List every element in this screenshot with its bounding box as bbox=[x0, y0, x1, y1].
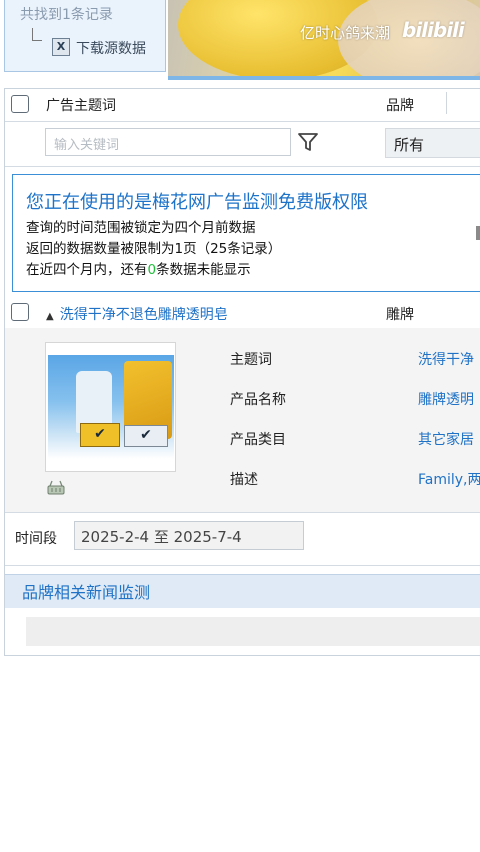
notice-prefix: 在近四个月内，还有 bbox=[26, 262, 148, 278]
news-content-placeholder bbox=[26, 617, 480, 646]
scroll-indicator bbox=[476, 226, 480, 240]
product-image[interactable]: ✔ ✔ bbox=[45, 342, 176, 472]
result-title[interactable]: 洗得干净不退色雕牌透明皂 bbox=[60, 307, 228, 323]
notice-title: 您正在使用的是梅花网广告监测免费版权限 bbox=[26, 192, 368, 213]
image-check-box-yellow: ✔ bbox=[80, 423, 120, 447]
image-check-box-white: ✔ bbox=[124, 425, 168, 447]
result-title-link[interactable]: ▲ 洗得干净不退色雕牌透明皂 bbox=[46, 304, 228, 324]
field-value-product-name[interactable]: 雕牌透明 bbox=[418, 389, 474, 409]
field-label-keyword: 主题词 bbox=[230, 352, 272, 368]
collapse-triangle-icon[interactable]: ▲ bbox=[46, 311, 54, 322]
result-count-text: 共找到1条记录 bbox=[20, 7, 113, 23]
notice-line-time-range: 查询的时间范围被锁定为四个月前数据 bbox=[26, 220, 256, 236]
select-all-checkbox[interactable] bbox=[11, 95, 29, 113]
field-label-description: 描述 bbox=[230, 472, 258, 488]
basket-icon[interactable] bbox=[47, 480, 65, 496]
notice-line-hidden-count: 在近四个月内，还有0条数据未能显示 bbox=[26, 258, 251, 278]
brand-filter-select[interactable]: 所有 bbox=[385, 128, 480, 158]
column-divider bbox=[446, 92, 447, 114]
video-watermark: 亿时心鸽来潮 bbox=[300, 24, 391, 42]
result-checkbox[interactable] bbox=[11, 303, 29, 321]
notice-suffix: 条数据未能显示 bbox=[156, 262, 251, 278]
filter-icon[interactable] bbox=[297, 131, 319, 153]
keyword-search-input[interactable]: 输入关键词 bbox=[45, 128, 291, 156]
field-label-product-name: 产品名称 bbox=[230, 392, 286, 408]
field-value-category[interactable]: 其它家居 bbox=[418, 429, 474, 449]
news-section-title: 品牌相关新闻监测 bbox=[22, 583, 151, 602]
time-range-label: 时间段 bbox=[15, 531, 57, 547]
tree-connector bbox=[32, 28, 42, 41]
field-value-keyword[interactable]: 洗得干净 bbox=[418, 349, 474, 369]
divider bbox=[5, 565, 480, 566]
divider bbox=[5, 512, 480, 513]
divider bbox=[5, 166, 480, 167]
excel-icon[interactable]: X bbox=[52, 38, 70, 56]
hidden-count: 0 bbox=[147, 262, 157, 278]
result-brand: 雕牌 bbox=[386, 307, 414, 323]
notice-line-record-limit: 返回的数据数量被限制为1页（25条记录） bbox=[26, 241, 282, 257]
video-progress-bar bbox=[168, 76, 480, 80]
download-source-data-link[interactable]: 下载源数据 bbox=[76, 38, 146, 58]
column-header-keyword[interactable]: 广告主题词 bbox=[46, 95, 116, 115]
time-range-field[interactable]: 2025-2-4 至 2025-7-4 bbox=[74, 521, 304, 550]
field-label-category: 产品类目 bbox=[230, 432, 286, 448]
bilibili-logo: bilibili bbox=[402, 18, 465, 42]
column-header-brand[interactable]: 品牌 bbox=[386, 95, 414, 115]
field-value-description[interactable]: Family,两 bbox=[418, 469, 480, 489]
